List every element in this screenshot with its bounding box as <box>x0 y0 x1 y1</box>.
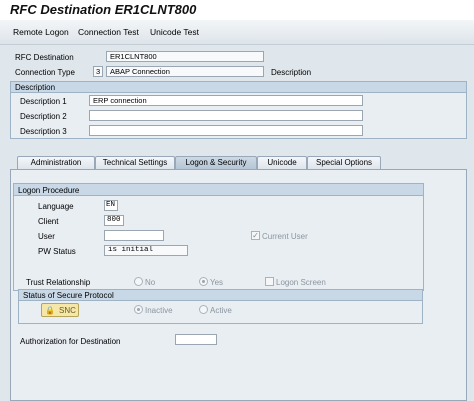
current-user-label: Current User <box>262 232 308 241</box>
trust-no-radio[interactable] <box>134 277 143 286</box>
user-label: User <box>38 232 55 241</box>
tab-administration[interactable]: Administration <box>17 156 95 170</box>
description-header-label: Description <box>271 68 312 77</box>
snc-button[interactable]: 🔒 SNC <box>41 303 79 317</box>
application-toolbar <box>0 20 474 45</box>
tab-logon-security[interactable]: Logon & Security <box>175 156 257 170</box>
pw-status-field: is initial <box>104 245 188 256</box>
remote-logon-button[interactable]: Remote Logon <box>13 27 69 37</box>
trust-yes-label: Yes <box>210 278 224 287</box>
description-1-field[interactable]: ERP connection <box>89 95 363 106</box>
description-2-label: Description 2 <box>20 112 67 121</box>
client-field[interactable]: 800 <box>104 215 124 226</box>
language-label: Language <box>38 202 74 211</box>
authorization-label: Authorization for Destination <box>20 337 121 346</box>
description-3-field[interactable] <box>89 125 363 136</box>
trust-relationship-label: Trust Relationship <box>26 278 91 287</box>
connection-type-text-field: ABAP Connection <box>106 66 264 77</box>
description-1-label: Description 1 <box>20 97 67 106</box>
trust-yes-radio[interactable] <box>199 277 208 286</box>
lock-icon: 🔒 <box>45 306 55 315</box>
secure-protocol-heading: Status of Secure Protocol <box>19 290 422 301</box>
snc-inactive-label: Inactive <box>145 306 173 315</box>
connection-type-code-field[interactable]: 3 <box>93 66 103 77</box>
rfc-destination-label: RFC Destination <box>15 53 74 62</box>
logon-procedure-group: Logon Procedure <box>13 183 424 291</box>
authorization-field[interactable] <box>175 334 217 345</box>
connection-test-button[interactable]: Connection Test <box>78 27 139 37</box>
tab-special-options[interactable]: Special Options <box>307 156 381 170</box>
client-label: Client <box>38 217 59 226</box>
user-field[interactable] <box>104 230 164 241</box>
tab-technical-settings[interactable]: Technical Settings <box>95 156 175 170</box>
snc-inactive-radio[interactable] <box>134 305 143 314</box>
current-user-checkbox[interactable]: ✓ <box>251 231 260 240</box>
snc-active-radio[interactable] <box>199 305 208 314</box>
pw-status-label: PW Status <box>38 247 76 256</box>
language-field[interactable]: EN <box>104 200 118 211</box>
connection-type-label: Connection Type <box>15 68 75 77</box>
logon-screen-label: Logon Screen <box>276 278 326 287</box>
logon-screen-checkbox[interactable] <box>265 277 274 286</box>
trust-no-label: No <box>145 278 156 287</box>
description-2-field[interactable] <box>89 110 363 121</box>
tab-unicode[interactable]: Unicode <box>257 156 307 170</box>
description-group-heading: Description <box>11 82 466 93</box>
page-title: RFC Destination ER1CLNT800 <box>10 2 197 17</box>
snc-button-label: SNC <box>59 306 76 315</box>
snc-active-label: Active <box>210 306 232 315</box>
unicode-test-button[interactable]: Unicode Test <box>150 27 199 37</box>
logon-procedure-heading: Logon Procedure <box>14 184 423 196</box>
description-3-label: Description 3 <box>20 127 67 136</box>
rfc-destination-field[interactable]: ER1CLNT800 <box>106 51 264 62</box>
